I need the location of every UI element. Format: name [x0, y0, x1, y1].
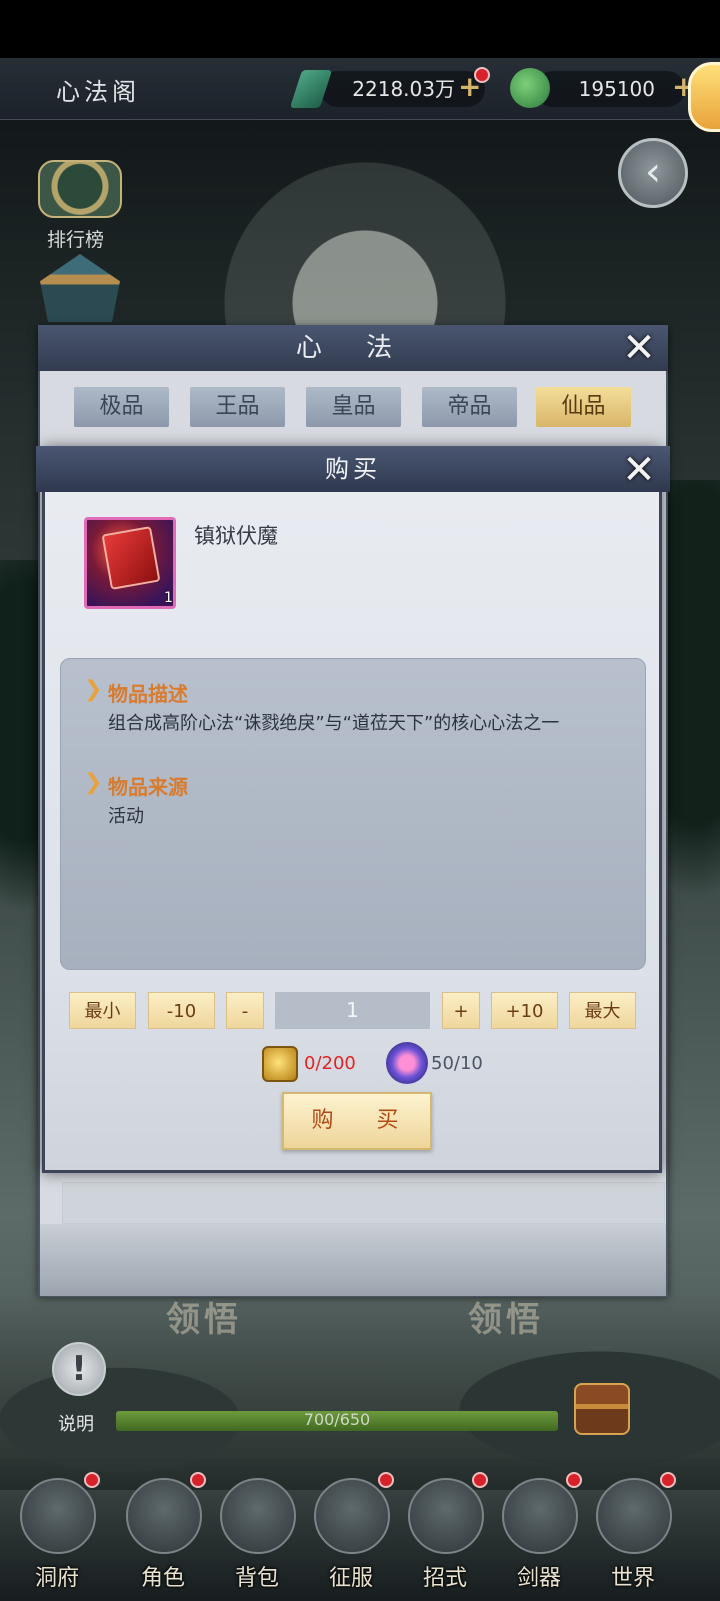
item-source-text: 活动 [108, 806, 144, 827]
tab-huangpin[interactable]: 皇品 [306, 387, 401, 427]
world-map-icon [596, 1478, 672, 1554]
gold-scroll-icon [262, 1046, 298, 1082]
nav-item-character[interactable]: 角色 [118, 1472, 208, 1598]
notification-dot [190, 1472, 206, 1488]
lotus-icon [386, 1042, 428, 1084]
nav-label: 角色 [140, 1566, 185, 1591]
notification-dot [566, 1472, 582, 1488]
comprehend-button-right[interactable]: 领悟 [468, 1292, 544, 1341]
notification-dot [660, 1472, 676, 1488]
qty-minus10-button[interactable]: -10 [148, 992, 215, 1029]
nav-label: 洞府 [34, 1566, 79, 1591]
qty-max-button[interactable]: 最大 [569, 992, 636, 1029]
nav-item-skills[interactable]: 招式 [400, 1472, 490, 1598]
coin-icon [510, 68, 550, 108]
chevron-right-icon: ❯ [84, 677, 103, 702]
close-icon[interactable]: ✕ [618, 449, 660, 491]
sword-icon [502, 1478, 578, 1554]
book-icon [101, 526, 161, 590]
item-name: 镇狱伏魔 [194, 524, 278, 548]
nav-label: 背包 [234, 1566, 279, 1591]
close-icon[interactable]: ✕ [618, 327, 660, 369]
panel-lower-strip [62, 1182, 665, 1224]
page-title: 心法阁 [56, 78, 140, 106]
crossed-swords-icon [314, 1478, 390, 1554]
buy-button[interactable]: 购 买 [282, 1092, 432, 1150]
cost-lotus-value: 50/10 [431, 1053, 483, 1074]
character-icon [126, 1478, 202, 1554]
notification-dot [378, 1472, 394, 1488]
purchase-dialog-title: 购买 [36, 446, 670, 492]
cave-house-icon [20, 1478, 96, 1554]
nav-item-world[interactable]: 世界 [588, 1472, 678, 1598]
notification-dot [84, 1472, 100, 1488]
nav-label: 世界 [610, 1566, 655, 1591]
nav-label: 征服 [328, 1566, 373, 1591]
notification-dot [472, 1472, 488, 1488]
nav-label: 招式 [422, 1566, 467, 1591]
bag-icon [220, 1478, 296, 1554]
panel-lower-area [40, 1224, 666, 1296]
item-description-text: 组合成高阶心法“诛戮绝戾”与“道莅天下”的核心心法之一 [108, 713, 560, 734]
qty-minus-button[interactable]: - [226, 992, 264, 1029]
item-description-title: 物品描述 [108, 682, 188, 706]
tab-xianpin[interactable]: 仙品 [536, 387, 631, 427]
quantity-input[interactable]: 1 [275, 992, 430, 1029]
notification-dot [474, 67, 490, 83]
progress-text: 700/650 [303, 1410, 371, 1429]
item-source-title: 物品来源 [108, 775, 188, 799]
qty-min-button[interactable]: 最小 [69, 992, 136, 1029]
ranking-icon[interactable] [38, 160, 122, 218]
nav-item-conquer[interactable]: 征服 [306, 1472, 396, 1598]
info-label[interactable]: 说明 [58, 1410, 94, 1436]
scroll-icon [408, 1478, 484, 1554]
item-count: 1 [164, 590, 173, 606]
back-arrow-icon[interactable]: ‹ [618, 138, 688, 208]
comprehend-button-left[interactable]: 领悟 [166, 1292, 242, 1341]
nav-label: 剑器 [516, 1566, 561, 1591]
chevron-right-icon: ❯ [84, 770, 103, 795]
info-icon[interactable]: ! [52, 1342, 106, 1396]
tab-dipin[interactable]: 帝品 [422, 387, 517, 427]
treasure-chest-icon[interactable] [574, 1383, 630, 1435]
tab-jipin[interactable]: 极品 [74, 387, 169, 427]
qty-plus-button[interactable]: + [442, 992, 480, 1029]
xinfa-panel-title: 心 法 [38, 325, 668, 371]
status-bar-black [0, 0, 720, 58]
bottom-navigation: 洞府 角色 背包 征服 招式 剑器 世界 [0, 1458, 720, 1601]
qty-plus10-button[interactable]: +10 [491, 992, 558, 1029]
nav-item-bag[interactable]: 背包 [212, 1478, 302, 1598]
coin-resource-value: 195100 [535, 71, 685, 107]
nav-item-dongfu[interactable]: 洞府 [12, 1472, 102, 1598]
tab-wangpin[interactable]: 王品 [190, 387, 285, 427]
cost-gold-value: 0/200 [304, 1053, 356, 1074]
grade-tabs: 极品 王品 皇品 帝品 仙品 [74, 387, 634, 427]
ranking-label[interactable]: 排行榜 [47, 225, 104, 252]
gift-icon[interactable] [688, 62, 720, 132]
nav-item-sword[interactable]: 剑器 [494, 1472, 584, 1598]
